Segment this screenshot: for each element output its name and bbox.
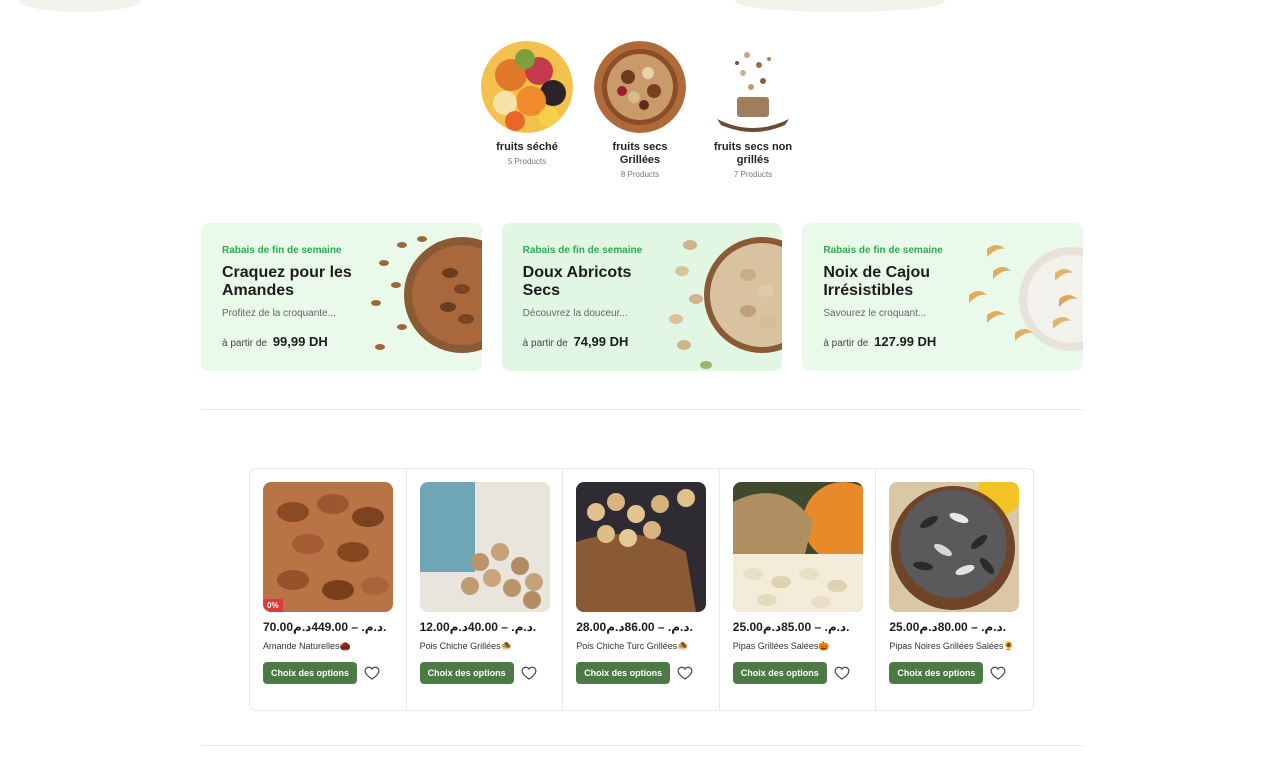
- promo-banner-apricots[interactable]: Rabais de fin de semaine Doux Abricots S…: [501, 223, 783, 371]
- product-price: 25.00د.م. – 80.00د.م.: [889, 620, 1007, 634]
- category-count: 7 Products: [733, 170, 773, 179]
- decorative-top-blob: [20, 0, 140, 12]
- product-card[interactable]: 25.00د.م. – 80.00د.م. Pipas Noires Grill…: [876, 469, 1033, 710]
- product-actions: Choix des options: [419, 662, 563, 684]
- product-price: 70.00د.م. – 449.00د.م.: [263, 620, 387, 634]
- promo-banner-almonds[interactable]: Rabais de fin de semaine Craquez pour le…: [201, 223, 482, 371]
- category-count: 5 Products: [507, 157, 547, 166]
- product-card[interactable]: 25.00د.م. – 85.00د.م. Pipas Grillées Sal…: [720, 469, 877, 710]
- product-price: 28.00د.م. – 86.00د.م.: [576, 620, 693, 634]
- product-card[interactable]: 12.00د.م. – 40.00د.م. Pois Chiche Grillé…: [407, 469, 564, 710]
- category-name[interactable]: fruits séché: [481, 141, 573, 154]
- product-card[interactable]: 0% 70.00د.م. – 449.00د.م. Amande Naturel…: [250, 469, 407, 710]
- banner-description: Découvrez la douceur...: [522, 308, 628, 319]
- banner-text: Rabais de fin de semaine Craquez pour le…: [222, 245, 372, 319]
- product-name[interactable]: Pois Chiche Turc Grillées🧆: [576, 640, 711, 653]
- category-dried-fruits[interactable]: fruits séché 5 Products: [481, 41, 573, 179]
- product-card[interactable]: 28.00د.م. – 86.00د.م. Pois Chiche Turc G…: [563, 469, 720, 710]
- product-price: 25.00د.م. – 85.00د.م.: [732, 620, 850, 634]
- choose-options-button[interactable]: Choix des options: [263, 662, 357, 684]
- category-image[interactable]: [481, 41, 573, 133]
- heart-icon[interactable]: [521, 665, 537, 681]
- choose-options-button[interactable]: Choix des options: [732, 662, 827, 684]
- product-image[interactable]: [732, 482, 863, 612]
- category-name[interactable]: fruits secs Grillées: [594, 141, 686, 167]
- price-prefix: à partir de: [222, 338, 268, 349]
- banner-price: à partir de 74,99 DH: [523, 334, 629, 349]
- banner-title: Doux Abricots Secs: [522, 264, 632, 299]
- choose-options-button[interactable]: Choix des options: [576, 662, 671, 684]
- product-price: 12.00د.م. – 40.00د.م.: [419, 620, 537, 634]
- banner-title: Craquez pour les Amandes: [222, 264, 352, 299]
- product-actions: Choix des options: [576, 662, 719, 684]
- product-grid: 0% 70.00د.م. – 449.00د.م. Amande Naturel…: [249, 468, 1034, 711]
- banner-price: à partir de 127.99 DH: [823, 334, 936, 349]
- price-prefix: à partir de: [823, 338, 869, 349]
- product-image[interactable]: [419, 482, 550, 612]
- price-prefix: à partir de: [522, 338, 568, 349]
- category-list: fruits séché 5 Products fruits secs Gril…: [0, 41, 1280, 179]
- product-actions: Choix des options: [263, 662, 406, 684]
- price-value: 74,99 DH: [573, 334, 629, 349]
- banner-tag: Rabais de fin de semaine: [222, 245, 342, 256]
- product-name[interactable]: Pois Chiche Grillées🧆: [420, 640, 555, 653]
- banner-price: à partir de 99,99 DH: [222, 334, 328, 349]
- heart-icon[interactable]: [364, 665, 380, 681]
- banner-description: Savourez le croquant...: [823, 308, 927, 319]
- product-name[interactable]: Amande Naturelles🌰: [263, 640, 398, 653]
- choose-options-button[interactable]: Choix des options: [889, 662, 984, 684]
- banner-tag: Rabais de fin de semaine: [522, 245, 643, 256]
- category-roasted-nuts[interactable]: fruits secs Grillées 8 Products: [594, 41, 686, 179]
- category-count: 8 Products: [620, 170, 660, 179]
- heart-icon[interactable]: [990, 665, 1006, 681]
- banner-text: Rabais de fin de semaine Noix de Cajou I…: [823, 245, 973, 319]
- product-name[interactable]: Pipas Noires Grillées Salées🌻: [889, 640, 1024, 653]
- banner-title: Noix de Cajou Irrésistibles: [823, 264, 931, 299]
- section-divider: [201, 745, 1083, 746]
- heart-icon[interactable]: [677, 665, 693, 681]
- pistachios-image: [662, 223, 783, 371]
- cashews-image: [963, 223, 1084, 371]
- banner-tag: Rabais de fin de semaine: [823, 245, 943, 256]
- banner-text: Rabais de fin de semaine Doux Abricots S…: [523, 245, 673, 319]
- discount-badge: 0%: [263, 599, 283, 612]
- product-image[interactable]: [576, 482, 707, 612]
- product-image[interactable]: 0%: [263, 482, 393, 612]
- heart-icon[interactable]: [834, 665, 850, 681]
- price-value: 99,99 DH: [272, 334, 328, 349]
- banner-description: Profitez de la croquante...: [222, 308, 336, 319]
- product-image[interactable]: [889, 482, 1020, 612]
- category-raw-nuts[interactable]: fruits secs non grillés 7 Products: [707, 41, 799, 179]
- product-actions: Choix des options: [732, 662, 876, 684]
- choose-options-button[interactable]: Choix des options: [419, 662, 514, 684]
- category-image[interactable]: [594, 41, 686, 133]
- price-value: 127.99 DH: [874, 334, 937, 349]
- promo-banners: Rabais de fin de semaine Craquez pour le…: [201, 223, 1084, 371]
- almonds-image: [362, 223, 482, 371]
- category-image[interactable]: [707, 41, 799, 133]
- decorative-top-blob: [735, 0, 945, 12]
- product-actions: Choix des options: [889, 662, 1033, 684]
- promo-banner-cashews[interactable]: Rabais de fin de semaine Noix de Cajou I…: [802, 223, 1084, 371]
- section-divider: [201, 409, 1083, 410]
- category-name[interactable]: fruits secs non grillés: [707, 141, 799, 167]
- product-name[interactable]: Pipas Grillées Salées🎃: [733, 640, 868, 653]
